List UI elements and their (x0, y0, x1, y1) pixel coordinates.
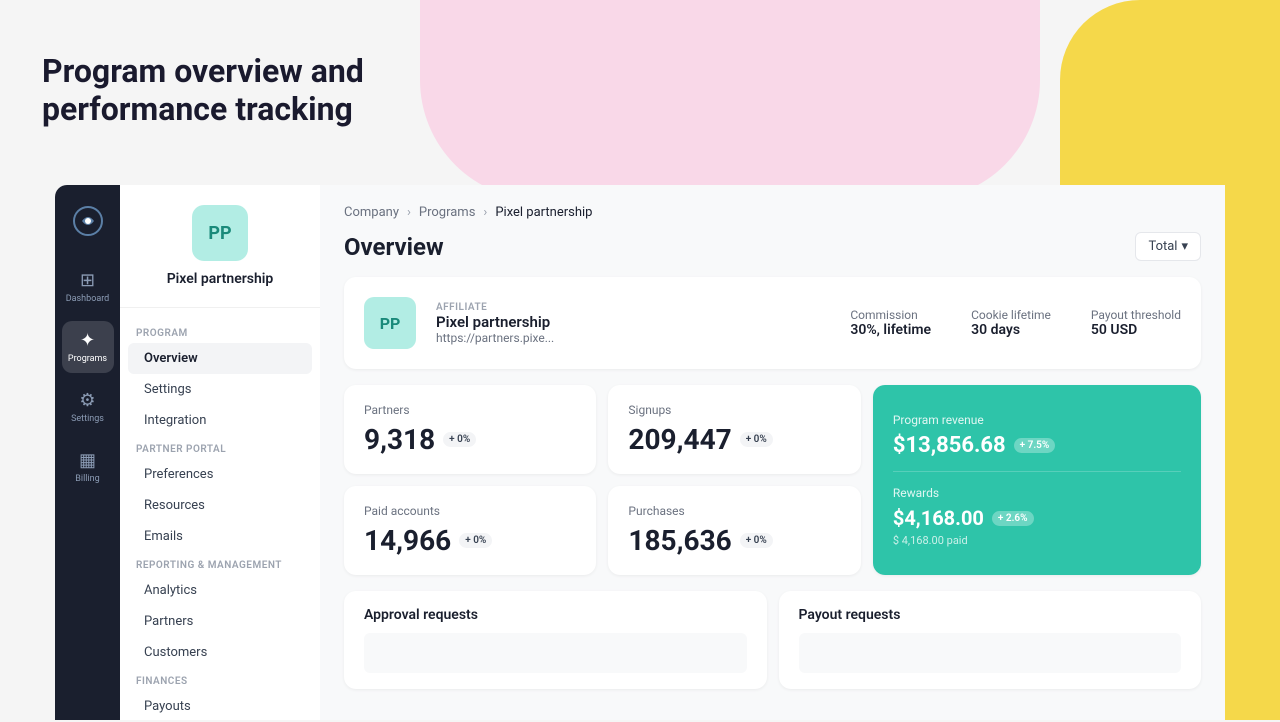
cookie-label: Cookie lifetime (971, 308, 1051, 322)
section-label-finances: FINANCES (120, 668, 320, 691)
approval-requests-title: Approval requests (364, 607, 747, 623)
metric-label-signups: Signups (628, 403, 840, 417)
sidebar-menu-preferences[interactable]: Preferences (128, 459, 312, 490)
settings-label: Settings (71, 414, 104, 424)
program-name: Pixel partnership (167, 271, 274, 287)
metric-value-purchases: 185,636 + 0% (628, 524, 840, 557)
metric-card-paid-accounts: Paid accounts 14,966 + 0% (344, 486, 596, 575)
breadcrumb-sep-2: › (483, 205, 487, 220)
affiliate-avatar: PP (364, 297, 416, 349)
approval-requests-card: Approval requests (344, 591, 767, 689)
commission-value: 30%, lifetime (850, 322, 931, 338)
badge-signups: + 0% (740, 432, 773, 447)
metric-label-rewards: Rewards (893, 486, 1181, 500)
total-dropdown[interactable]: Total ▾ (1135, 232, 1201, 261)
payout-requests-title: Payout requests (799, 607, 1182, 623)
breadcrumb: Company › Programs › Pixel partnership (344, 205, 1201, 220)
overview-title: Overview (344, 233, 444, 261)
sidebar-menu-settings[interactable]: Settings (128, 374, 312, 405)
dashboard-label: Dashboard (66, 294, 110, 304)
approval-requests-content (364, 633, 747, 673)
settings-icon: ⚙ (79, 390, 95, 411)
sidebar-item-programs[interactable]: ✦ Programs (62, 321, 114, 373)
section-label-reporting: REPORTING & MANAGEMENT (120, 552, 320, 575)
sidebar-light: PP Pixel partnership PROGRAM Overview Se… (120, 185, 320, 720)
page-title: Program overview andperformance tracking (42, 52, 364, 129)
section-label-program: PROGRAM (120, 320, 320, 343)
program-header: PP Pixel partnership (120, 205, 320, 308)
badge-partners: + 0% (443, 432, 476, 447)
cookie-value: 30 days (971, 322, 1051, 338)
breadcrumb-company[interactable]: Company (344, 205, 399, 220)
chevron-down-icon: ▾ (1181, 239, 1188, 254)
billing-icon: ▦ (79, 450, 96, 471)
sidebar-menu-overview[interactable]: Overview (128, 343, 312, 374)
bottom-grid: Approval requests Payout requests (344, 591, 1201, 689)
payout-requests-content (799, 633, 1182, 673)
sidebar-menu-integration[interactable]: Integration (128, 405, 312, 436)
affiliate-name: Pixel partnership (436, 313, 830, 331)
metrics-grid: Partners 9,318 + 0% Signups 209,447 + 0%… (344, 385, 1201, 575)
affiliate-info: AFFILIATE Pixel partnership https://part… (436, 302, 830, 345)
main-content: Company › Programs › Pixel partnership O… (320, 185, 1225, 720)
breadcrumb-sep-1: › (407, 205, 411, 220)
metric-label-purchases: Purchases (628, 504, 840, 518)
badge-revenue: + 7.5% (1014, 438, 1056, 453)
sidebar-dark: ⊞ Dashboard ✦ Programs ⚙ Settings ▦ Bill… (55, 185, 120, 720)
metric-value-signups: 209,447 + 0% (628, 423, 840, 456)
metric-card-partners: Partners 9,318 + 0% (344, 385, 596, 474)
sidebar-menu-analytics[interactable]: Analytics (128, 575, 312, 606)
sidebar-menu-customers[interactable]: Customers (128, 637, 312, 668)
badge-purchases: + 0% (740, 533, 773, 548)
app-logo (68, 201, 108, 241)
sidebar-menu-resources[interactable]: Resources (128, 490, 312, 521)
sidebar-item-dashboard[interactable]: ⊞ Dashboard (62, 261, 114, 313)
programs-icon: ✦ (80, 330, 95, 351)
threshold-value: 50 USD (1091, 322, 1181, 338)
sidebar-menu-payouts[interactable]: Payouts (128, 691, 312, 722)
breadcrumb-current: Pixel partnership (495, 205, 592, 220)
rewards-sub: $ 4,168.00 paid (893, 534, 1181, 547)
metric-card-program-revenue: Program revenue $13,856.68 + 7.5% Reward… (873, 385, 1201, 575)
sidebar-item-settings[interactable]: ⚙ Settings (62, 381, 114, 433)
metric-value-rewards: $4,168.00 + 2.6% (893, 506, 1181, 530)
threshold-label: Payout threshold (1091, 308, 1181, 322)
sidebar-menu-emails[interactable]: Emails (128, 521, 312, 552)
breadcrumb-programs[interactable]: Programs (419, 205, 476, 220)
billing-label: Billing (75, 474, 99, 484)
dashboard-icon: ⊞ (80, 270, 95, 291)
sidebar-item-billing[interactable]: ▦ Billing (62, 441, 114, 493)
metric-label-revenue: Program revenue (893, 413, 1181, 427)
metric-value-paid-accounts: 14,966 + 0% (364, 524, 576, 557)
section-label-partner-portal: PARTNER PORTAL (120, 436, 320, 459)
app-container: ⊞ Dashboard ✦ Programs ⚙ Settings ▦ Bill… (55, 185, 1225, 720)
affiliate-stats: Commission 30%, lifetime Cookie lifetime… (850, 308, 1181, 338)
bg-pink-decoration (420, 0, 1040, 200)
commission-label: Commission (850, 308, 931, 322)
programs-label: Programs (68, 354, 107, 364)
metric-label-paid-accounts: Paid accounts (364, 504, 576, 518)
payout-requests-card: Payout requests (779, 591, 1202, 689)
badge-rewards: + 2.6% (992, 511, 1034, 526)
sidebar-menu-partners[interactable]: Partners (128, 606, 312, 637)
metric-card-purchases: Purchases 185,636 + 0% (608, 486, 860, 575)
metric-value-partners: 9,318 + 0% (364, 423, 576, 456)
affiliate-url[interactable]: https://partners.pixe... (436, 331, 830, 345)
affiliate-stat-threshold: Payout threshold 50 USD (1091, 308, 1181, 338)
affiliate-type-label: AFFILIATE (436, 302, 830, 313)
affiliate-stat-cookie: Cookie lifetime 30 days (971, 308, 1051, 338)
metric-value-revenue: $13,856.68 + 7.5% (893, 433, 1181, 458)
affiliate-stat-commission: Commission 30%, lifetime (850, 308, 931, 338)
page-header: Program overview andperformance tracking (42, 52, 364, 129)
overview-header: Overview Total ▾ (344, 232, 1201, 261)
metric-card-signups: Signups 209,447 + 0% (608, 385, 860, 474)
program-avatar: PP (192, 205, 248, 261)
metric-label-partners: Partners (364, 403, 576, 417)
badge-paid-accounts: + 0% (459, 533, 492, 548)
affiliate-card: PP AFFILIATE Pixel partnership https://p… (344, 277, 1201, 369)
total-label: Total (1148, 239, 1177, 254)
